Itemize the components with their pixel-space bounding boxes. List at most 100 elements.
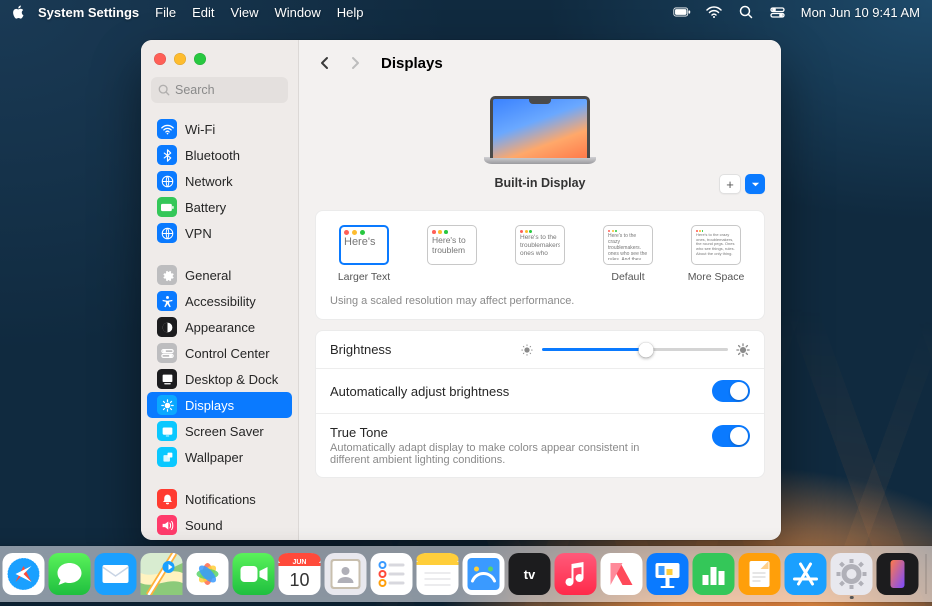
auto-brightness-row: Automatically adjust brightness bbox=[316, 368, 764, 413]
sidebar-item-wallpaper[interactable]: Wallpaper bbox=[147, 444, 292, 470]
control-center-icon[interactable] bbox=[769, 3, 787, 21]
dock-separator bbox=[926, 554, 927, 594]
gear-icon bbox=[157, 265, 177, 285]
sidebar-item-accessibility[interactable]: Accessibility bbox=[147, 288, 292, 314]
dock-freeform[interactable] bbox=[463, 553, 505, 595]
menu-window[interactable]: Window bbox=[274, 5, 320, 20]
minimize-button[interactable] bbox=[174, 53, 186, 65]
true-tone-toggle[interactable] bbox=[712, 425, 750, 447]
resolution-option-2[interactable]: Here's to the troublemakers, ones who bbox=[506, 225, 574, 271]
bluetooth-icon bbox=[157, 145, 177, 165]
dock-news[interactable] bbox=[601, 553, 643, 595]
close-button[interactable] bbox=[154, 53, 166, 65]
dock-system-settings[interactable] bbox=[831, 553, 873, 595]
dock-mail[interactable] bbox=[95, 553, 137, 595]
true-tone-desc: Automatically adapt display to make colo… bbox=[330, 442, 650, 466]
add-display-button[interactable]: + bbox=[719, 174, 741, 194]
dock-iphone-mirroring[interactable] bbox=[877, 553, 919, 595]
sidebar-item-wi-fi[interactable]: Wi-Fi bbox=[147, 116, 292, 142]
resolution-hint: Using a scaled resolution may affect per… bbox=[316, 289, 764, 319]
sun-dim-icon bbox=[520, 343, 534, 357]
app-menu[interactable]: System Settings bbox=[38, 5, 139, 20]
sidebar-item-focus[interactable]: Focus bbox=[147, 538, 292, 540]
menu-file[interactable]: File bbox=[155, 5, 176, 20]
auto-brightness-toggle[interactable] bbox=[712, 380, 750, 402]
resolution-option-3[interactable]: Here's to the crazy troublemakers. ones … bbox=[594, 225, 662, 283]
svg-text:tv: tv bbox=[524, 567, 536, 582]
brightness-slider[interactable] bbox=[520, 343, 750, 357]
display-hero: Built-in Display + bbox=[315, 86, 765, 204]
desktopdock-icon bbox=[157, 369, 177, 389]
system-settings-window: Search Wi-Fi BluetoothNetwork Battery VPN Ge… bbox=[141, 40, 781, 540]
dock-photos[interactable] bbox=[187, 553, 229, 595]
sidebar-item-label: Appearance bbox=[185, 320, 255, 335]
sidebar-item-battery[interactable]: Battery bbox=[147, 194, 292, 220]
sidebar-item-label: General bbox=[185, 268, 231, 283]
sidebar-item-label: Battery bbox=[185, 200, 226, 215]
dock-calendar[interactable]: JUN10 bbox=[279, 553, 321, 595]
dock: JUN10 tv bbox=[0, 546, 932, 602]
titlebar: Displays bbox=[299, 40, 781, 86]
dock-contacts[interactable] bbox=[325, 553, 367, 595]
brightness-card: Brightness Automatically adjust brightne… bbox=[315, 330, 765, 478]
back-button[interactable] bbox=[315, 53, 335, 73]
wallpaper-icon bbox=[157, 447, 177, 467]
menu-view[interactable]: View bbox=[231, 5, 259, 20]
menu-help[interactable]: Help bbox=[337, 5, 364, 20]
dock-reminders[interactable] bbox=[371, 553, 413, 595]
battery-status-icon[interactable] bbox=[673, 3, 691, 21]
apple-menu-icon[interactable] bbox=[12, 5, 26, 19]
resolution-option-4[interactable]: Here's to the crazy ones, troublemakers,… bbox=[682, 225, 750, 283]
resolution-thumb: Here's to the crazy ones, troublemakers,… bbox=[691, 225, 741, 265]
sidebar-item-notifications[interactable]: Notifications bbox=[147, 486, 292, 512]
main-pane: Displays Built-in Display + Here's Large… bbox=[299, 40, 781, 540]
sidebar-item-label: VPN bbox=[185, 226, 212, 241]
search-input[interactable]: Search bbox=[151, 77, 288, 103]
dock-notes[interactable] bbox=[417, 553, 459, 595]
dock-pages[interactable] bbox=[739, 553, 781, 595]
resolution-thumb: Here's bbox=[339, 225, 389, 265]
dock-keynote[interactable] bbox=[647, 553, 689, 595]
display-options-button[interactable] bbox=[745, 174, 765, 194]
resolution-card: Here's Larger Text Here's to troublem He… bbox=[315, 210, 765, 320]
sidebar-item-vpn[interactable]: VPN bbox=[147, 220, 292, 246]
forward-button[interactable] bbox=[345, 53, 365, 73]
network-icon bbox=[157, 171, 177, 191]
sidebar-item-screen-saver[interactable]: Screen Saver bbox=[147, 418, 292, 444]
dock-appstore[interactable] bbox=[785, 553, 827, 595]
resolution-option-1[interactable]: Here's to troublem bbox=[418, 225, 486, 271]
sidebar-item-displays[interactable]: Displays bbox=[147, 392, 292, 418]
sidebar-item-sound[interactable]: Sound bbox=[147, 512, 292, 538]
sidebar-item-bluetooth[interactable]: Bluetooth bbox=[147, 142, 292, 168]
spotlight-icon[interactable] bbox=[737, 3, 755, 21]
sidebar-item-label: Control Center bbox=[185, 346, 270, 361]
dock-facetime[interactable] bbox=[233, 553, 275, 595]
sidebar-item-control-center[interactable]: Control Center bbox=[147, 340, 292, 366]
resolution-option-0[interactable]: Here's Larger Text bbox=[330, 225, 398, 283]
sidebar-item-general[interactable]: General bbox=[147, 262, 292, 288]
sun-bright-icon bbox=[736, 343, 750, 357]
resolution-label: More Space bbox=[688, 271, 745, 283]
resolution-thumb: Here's to the troublemakers, ones who bbox=[515, 225, 565, 265]
sidebar-item-appearance[interactable]: Appearance bbox=[147, 314, 292, 340]
sidebar-item-label: Wi-Fi bbox=[185, 122, 215, 137]
dock-maps[interactable] bbox=[141, 553, 183, 595]
menu-edit[interactable]: Edit bbox=[192, 5, 214, 20]
dock-safari[interactable] bbox=[3, 553, 45, 595]
dock-messages[interactable] bbox=[49, 553, 91, 595]
dock-music[interactable] bbox=[555, 553, 597, 595]
wifi-status-icon[interactable] bbox=[705, 3, 723, 21]
sidebar-item-label: Displays bbox=[185, 398, 234, 413]
battery-icon bbox=[157, 197, 177, 217]
sidebar-item-network[interactable]: Network bbox=[147, 168, 292, 194]
dock-tv[interactable]: tv bbox=[509, 553, 551, 595]
menubar-clock[interactable]: Mon Jun 10 9:41 AM bbox=[801, 5, 920, 20]
brightness-label: Brightness bbox=[330, 342, 520, 357]
search-placeholder: Search bbox=[175, 83, 215, 97]
sidebar-item-desktop-dock[interactable]: Desktop & Dock bbox=[147, 366, 292, 392]
sidebar: Search Wi-Fi BluetoothNetwork Battery VPN Ge… bbox=[141, 40, 299, 540]
accessibility-icon bbox=[157, 291, 177, 311]
dock-numbers[interactable] bbox=[693, 553, 735, 595]
controlcenter-icon bbox=[157, 343, 177, 363]
zoom-button[interactable] bbox=[194, 53, 206, 65]
